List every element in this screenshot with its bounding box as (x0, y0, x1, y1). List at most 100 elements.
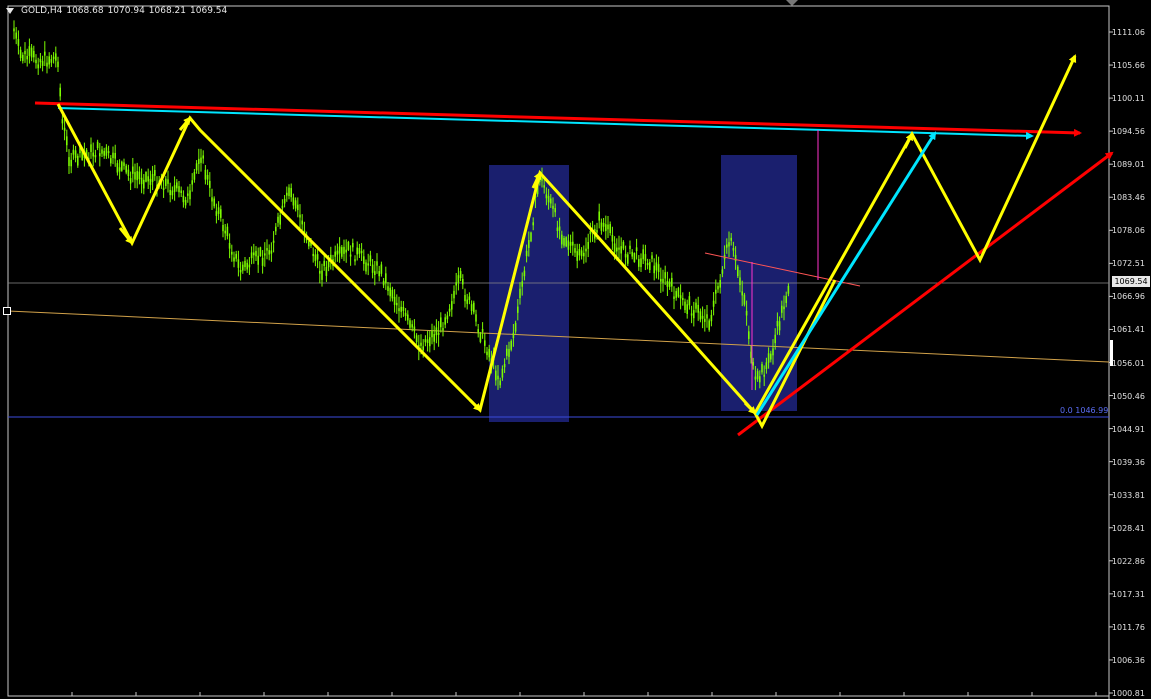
candle-body (46, 62, 48, 67)
candle-body (697, 304, 699, 313)
candle-body (352, 242, 354, 248)
candle-body (668, 281, 671, 287)
price-tick-label: 1100.11 (1111, 94, 1145, 104)
candle-body (259, 247, 262, 257)
candle-body (72, 149, 75, 155)
price-tick-label: 1017.31 (1111, 589, 1145, 599)
candle-body (704, 318, 706, 322)
candle-body (325, 266, 328, 276)
price-tick-label: 1061.41 (1111, 325, 1145, 335)
candle-body (528, 240, 530, 248)
price-tick-label: 1089.01 (1111, 160, 1145, 170)
candle-body (611, 235, 614, 242)
candle-body (690, 313, 693, 316)
candle-body (286, 192, 288, 196)
candle-body (275, 226, 277, 232)
candle-body (717, 286, 719, 290)
price-tick-label: 1044.91 (1111, 424, 1145, 434)
candle-body (495, 370, 497, 381)
candle-body (721, 269, 724, 274)
candle-body (358, 248, 361, 254)
candle-body (530, 232, 532, 242)
candle-body (33, 50, 35, 58)
candle-body (508, 348, 510, 357)
candle-body (503, 364, 506, 368)
cyan-arrow (57, 107, 1034, 140)
candle-body (224, 230, 226, 234)
price-chart[interactable] (0, 0, 1151, 699)
candle-body (382, 280, 385, 286)
candle-body (666, 281, 669, 287)
shift-tab-icon[interactable] (786, 0, 798, 6)
candle-body (189, 190, 191, 200)
candle-body (706, 314, 708, 319)
candle-body (695, 302, 697, 309)
candle-body (572, 241, 574, 246)
candle-body (182, 195, 185, 203)
candle-body (510, 340, 512, 350)
price-tick-label: 1000.81 (1111, 689, 1145, 698)
candle-body (565, 237, 567, 247)
candle-body (644, 254, 647, 261)
candle-body (134, 172, 136, 180)
candle-body (211, 197, 213, 202)
candle-body (442, 328, 444, 331)
candle-body (563, 237, 565, 246)
candle-body (671, 277, 673, 287)
candle-body (448, 308, 451, 312)
candle-body (662, 278, 664, 283)
candle-body (279, 215, 281, 225)
candle-body (497, 375, 499, 380)
candle-body (193, 171, 196, 180)
candle-body (242, 264, 244, 271)
candle-body (684, 301, 686, 311)
candle-body (270, 250, 273, 254)
candle-body (314, 254, 317, 261)
candle-body (501, 368, 504, 378)
candle-body (653, 265, 655, 274)
candle-body (776, 320, 779, 327)
candle-body (429, 337, 431, 347)
candle-body (26, 55, 28, 60)
candle-body (398, 308, 400, 312)
candle-body (154, 169, 156, 176)
candle-body (28, 46, 31, 56)
candle-body (292, 197, 295, 206)
candle-body (250, 252, 253, 259)
candle-body (451, 301, 453, 310)
candle-body (598, 211, 600, 221)
candle-body (484, 340, 486, 346)
symbol-label: GOLD,H4 (21, 6, 63, 16)
down-triangle-icon[interactable] (6, 8, 14, 14)
candle-body (77, 155, 79, 166)
candle-body (477, 329, 479, 333)
chart-window[interactable]: GOLD,H4 1068.68 1070.94 1068.21 1069.54 … (0, 0, 1151, 699)
candle-body (457, 275, 460, 283)
candle-body (660, 278, 662, 282)
price-tick-label: 1078.06 (1111, 226, 1145, 236)
candle-body (206, 174, 209, 180)
candle-body (554, 208, 556, 213)
candle-body (277, 216, 279, 223)
candle-body (737, 266, 739, 277)
candle-body (761, 364, 763, 373)
candle-body (739, 277, 741, 286)
candle-body (651, 255, 653, 259)
candle-body (226, 226, 229, 237)
candle-body (649, 262, 651, 271)
candle-body (622, 241, 625, 249)
shift-marker-icon[interactable] (3, 307, 11, 315)
candle-body (785, 295, 787, 303)
price-tick-label: 1105.66 (1111, 61, 1145, 71)
candle-body (96, 141, 99, 149)
candle-body (391, 289, 394, 299)
candle-body (754, 376, 757, 380)
candle-body (215, 211, 218, 216)
candle-body (101, 149, 103, 154)
candle-body (143, 179, 145, 189)
candle-body (110, 158, 112, 164)
candle-body (475, 314, 477, 322)
candle-body (743, 294, 746, 305)
candle-body (446, 315, 449, 320)
candle-body (547, 196, 550, 203)
